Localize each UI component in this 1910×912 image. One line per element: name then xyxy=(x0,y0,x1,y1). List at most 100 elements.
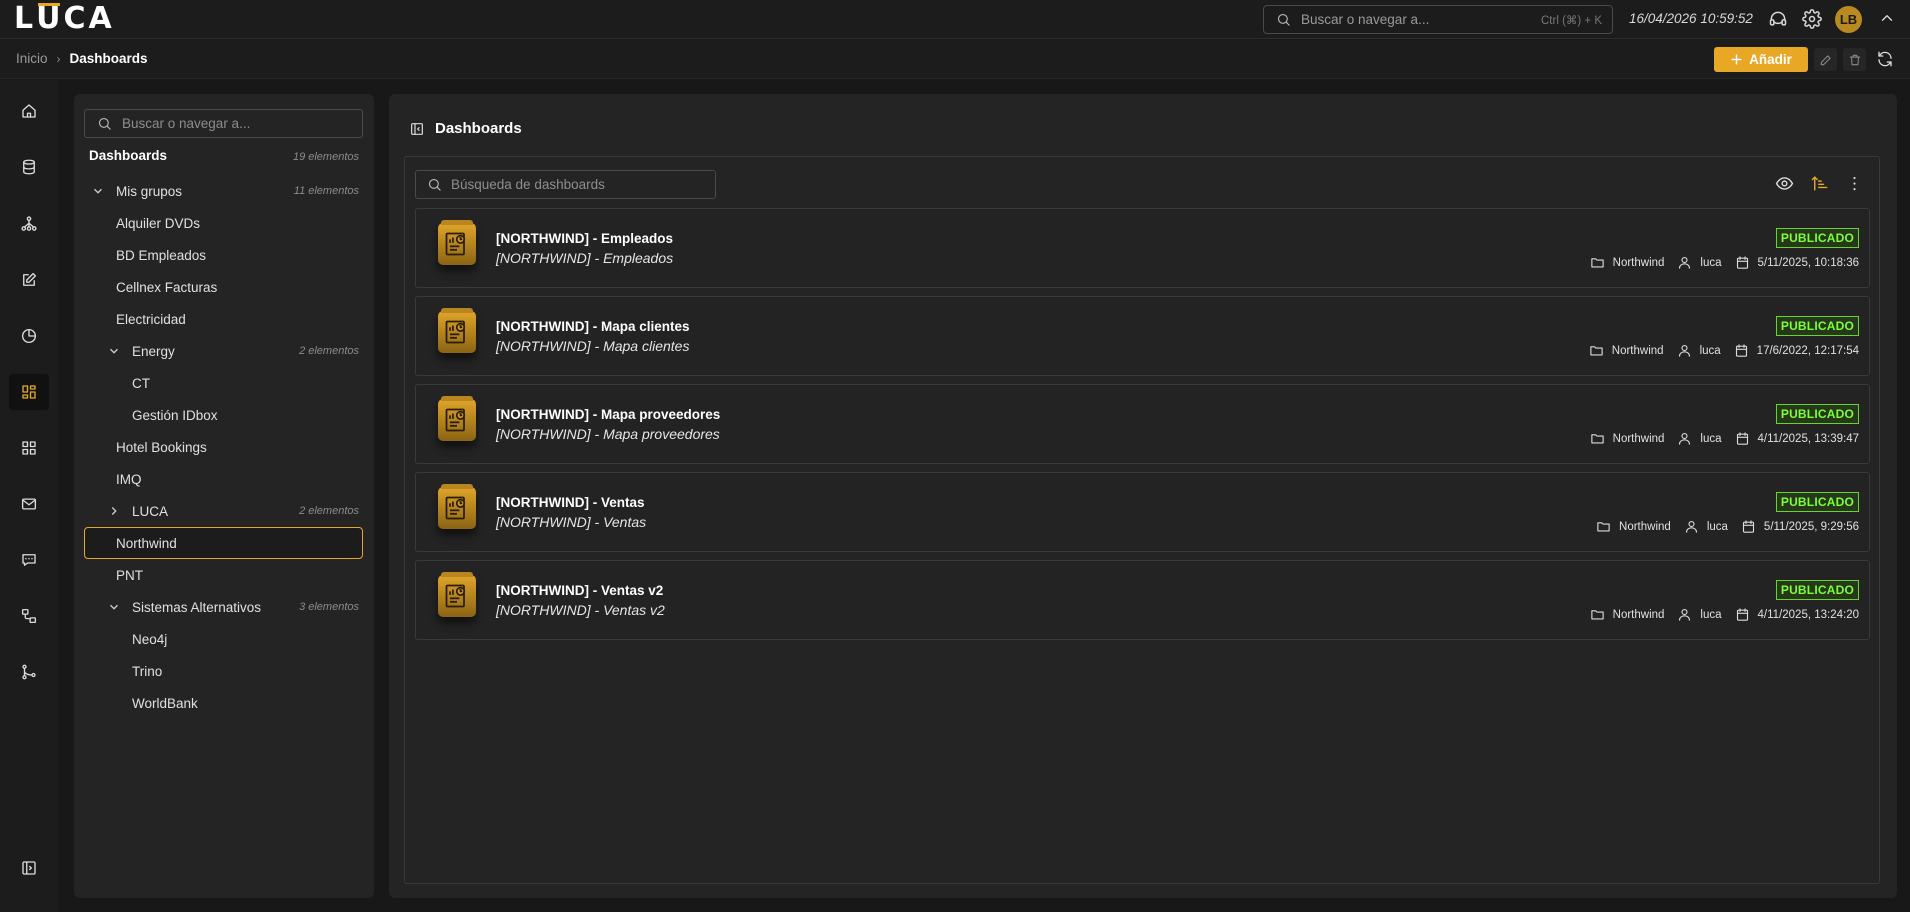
tree-item-mis-grupos[interactable]: Mis grupos 11 elementos xyxy=(91,175,359,207)
chevron-down-icon[interactable] xyxy=(107,600,123,614)
user-icon xyxy=(1677,255,1692,270)
card-subtitle: [NORTHWIND] - Empleados xyxy=(496,250,674,266)
rail-workflow[interactable] xyxy=(9,598,49,634)
rail-network[interactable] xyxy=(9,206,49,242)
card-folder: Northwind xyxy=(1612,608,1665,621)
rail-apps[interactable] xyxy=(9,430,49,466)
tree-item-pnt[interactable]: PNT xyxy=(116,559,359,591)
dashboard-thumbnail-icon xyxy=(438,572,476,617)
tree-item-gestion-idbox[interactable]: Gestión IDbox xyxy=(132,399,359,431)
page-title: Dashboards xyxy=(435,120,522,137)
tree-item-luca[interactable]: LUCA 2 elementos xyxy=(107,495,359,527)
refresh-icon[interactable] xyxy=(1876,50,1894,68)
pie-chart-icon xyxy=(20,327,38,345)
breadcrumb-home[interactable]: Inicio xyxy=(16,51,48,66)
dashboard-card[interactable]: [NORTHWIND] - Mapa clientes [NORTHWIND] … xyxy=(415,296,1870,376)
card-folder: Northwind xyxy=(1612,432,1665,445)
tree-item-label: LUCA xyxy=(132,503,169,519)
rail-database[interactable] xyxy=(9,149,49,185)
tree-item-trino[interactable]: Trino xyxy=(132,655,359,687)
rail-editor[interactable] xyxy=(9,262,49,298)
folder-icon xyxy=(1596,519,1611,534)
tree-item-count: 3 elementos xyxy=(299,601,359,613)
tree-item-northwind[interactable]: Northwind xyxy=(84,527,363,559)
rail-home[interactable] xyxy=(9,93,49,129)
card-title: [NORTHWIND] - Ventas v2 xyxy=(496,583,664,598)
dashboard-card[interactable]: [NORTHWIND] - Empleados [NORTHWIND] - Em… xyxy=(415,208,1870,288)
card-subtitle: [NORTHWIND] - Mapa clientes xyxy=(496,338,690,354)
rail-git[interactable] xyxy=(9,654,49,690)
sidebar-toggle-icon[interactable] xyxy=(409,121,425,137)
card-meta: Northwind luca 4/11/2025, 13:24:20 xyxy=(1590,607,1859,622)
top-bar: L U CA Buscar o navegar a... Ctrl (⌘) + K … xyxy=(0,0,1910,39)
dashboard-card[interactable]: [NORTHWIND] - Mapa proveedores [NORTHWIN… xyxy=(415,384,1870,464)
rail-collapse[interactable] xyxy=(9,850,49,886)
main-header: Dashboards xyxy=(409,120,522,137)
tree-item-worldbank[interactable]: WorldBank xyxy=(132,687,359,719)
tree-item-electricidad[interactable]: Electricidad xyxy=(116,303,359,335)
tree-item-neo4j[interactable]: Neo4j xyxy=(132,623,359,655)
folder-icon xyxy=(1589,343,1604,358)
gear-icon[interactable] xyxy=(1802,9,1822,29)
chevron-down-icon[interactable] xyxy=(91,184,107,198)
card-user: luca xyxy=(1699,344,1721,357)
tree-root[interactable]: Dashboards 19 elementos xyxy=(89,148,359,163)
rail-charts[interactable] xyxy=(9,318,49,354)
current-datetime: 16/04/2026 10:59:52 xyxy=(1629,11,1753,26)
card-meta: Northwind luca 5/11/2025, 9:29:56 xyxy=(1596,519,1859,534)
calendar-icon xyxy=(1734,343,1749,358)
support-icon[interactable] xyxy=(1768,9,1788,29)
card-date: 5/11/2025, 9:29:56 xyxy=(1763,520,1859,533)
tree-search-input[interactable]: Buscar o navegar a... xyxy=(84,109,363,138)
tree-item-bd-empleados[interactable]: BD Empleados xyxy=(116,239,359,271)
chevron-right-icon[interactable] xyxy=(107,504,123,518)
dashboard-card[interactable]: [NORTHWIND] - Ventas [NORTHWIND] - Venta… xyxy=(415,472,1870,552)
more-vertical-icon[interactable] xyxy=(1845,174,1864,193)
tree-item-hotel-bookings[interactable]: Hotel Bookings xyxy=(116,431,359,463)
tree-item-label: Hotel Bookings xyxy=(116,439,207,455)
tree-item-sistemas-alternativos[interactable]: Sistemas Alternativos 3 elementos xyxy=(107,591,359,623)
card-user: luca xyxy=(1706,520,1728,533)
card-subtitle: [NORTHWIND] - Mapa proveedores xyxy=(496,426,720,442)
card-title: [NORTHWIND] - Mapa proveedores xyxy=(496,407,721,422)
tree-panel: Buscar o navegar a... Dashboards 19 elem… xyxy=(74,94,374,898)
add-button[interactable]: Añadir xyxy=(1714,47,1808,72)
tree-item-alquiler-dvds[interactable]: Alquiler DVDs xyxy=(116,207,359,239)
tree-item-cellnex-facturas[interactable]: Cellnex Facturas xyxy=(116,271,359,303)
global-search-input[interactable]: Buscar o navegar a... Ctrl (⌘) + K xyxy=(1263,5,1613,34)
card-user: luca xyxy=(1700,256,1722,269)
tree-item-label: IMQ xyxy=(116,471,142,487)
chevron-up-icon[interactable] xyxy=(1878,9,1896,27)
delete-button[interactable] xyxy=(1843,48,1866,71)
folder-icon xyxy=(1590,607,1605,622)
rail-mail[interactable] xyxy=(9,486,49,522)
tree-item-imq[interactable]: IMQ xyxy=(116,463,359,495)
tree-item-ct[interactable]: CT xyxy=(132,367,359,399)
chevron-down-icon[interactable] xyxy=(107,344,123,358)
rail-chat[interactable] xyxy=(9,542,49,578)
calendar-icon xyxy=(1735,607,1750,622)
tree-item-energy[interactable]: Energy 2 elementos xyxy=(107,335,359,367)
user-avatar[interactable]: LB xyxy=(1835,6,1862,33)
plus-icon xyxy=(1730,53,1743,66)
dashboard-thumbnail-icon xyxy=(438,308,476,353)
dashboard-search-input[interactable]: Búsqueda de dashboards xyxy=(415,170,716,199)
dashboard-search-placeholder: Búsqueda de dashboards xyxy=(451,177,605,192)
tree-item-count: 11 elementos xyxy=(293,185,359,197)
edit-button[interactable] xyxy=(1814,48,1837,71)
dashboard-card[interactable]: [NORTHWIND] - Ventas v2 [NORTHWIND] - Ve… xyxy=(415,560,1870,640)
card-subtitle: [NORTHWIND] - Ventas v2 xyxy=(496,602,665,618)
tree-item-label: Neo4j xyxy=(132,631,168,647)
tree-item-label: Energy xyxy=(132,343,175,359)
eye-icon[interactable] xyxy=(1775,174,1794,193)
luca-logo[interactable]: L U CA xyxy=(14,1,115,36)
network-icon xyxy=(20,215,38,233)
add-button-label: Añadir xyxy=(1749,52,1792,67)
status-badge: PUBLICADO xyxy=(1775,228,1859,248)
rail-dashboards[interactable] xyxy=(9,374,49,410)
sort-icon[interactable] xyxy=(1810,174,1829,193)
card-date: 4/11/2025, 13:24:20 xyxy=(1757,608,1859,621)
card-date: 17/6/2022, 12:17:54 xyxy=(1756,344,1859,357)
card-user: luca xyxy=(1700,608,1722,621)
card-folder: Northwind xyxy=(1611,344,1664,357)
